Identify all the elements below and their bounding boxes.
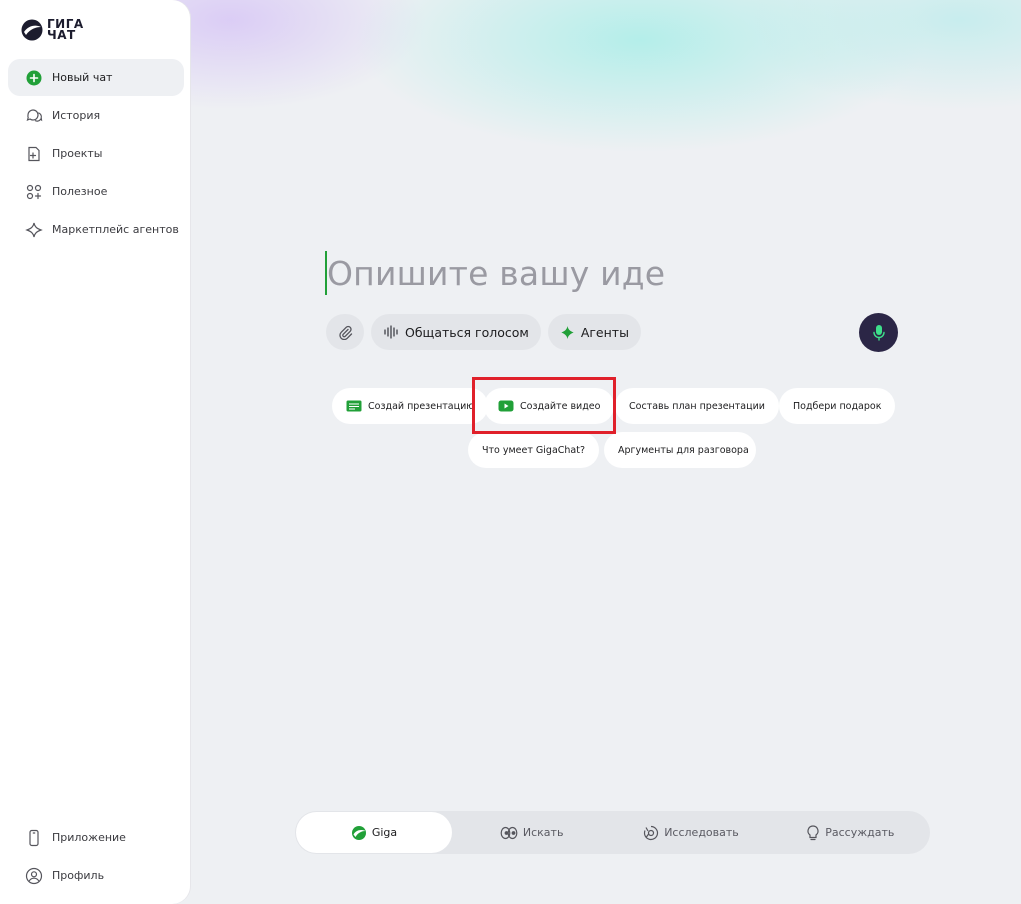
logo-line-2: ЧАТ: [47, 28, 76, 42]
mode-switcher: Giga Искать Исследовать Рассуждать: [295, 811, 930, 854]
voice-chat-label: Общаться голосом: [405, 324, 529, 340]
sidebar-item-label: Полезное: [52, 185, 108, 198]
suggestion-label: Аргументы для разговора: [618, 444, 749, 456]
mode-label: Исследовать: [664, 826, 739, 839]
sidebar: ГИГА ЧАТ Новый чат История Проекты Полез…: [0, 0, 190, 904]
mode-label: Искать: [522, 826, 564, 839]
microphone-button[interactable]: [859, 313, 898, 352]
agents-sparkle-icon: [561, 325, 574, 339]
suggestion-label: Составь план презентации: [629, 400, 765, 412]
presentation-icon: [346, 400, 362, 412]
suggestion-chip-presentation-plan[interactable]: Составь план презентации: [615, 388, 779, 424]
microphone-icon: [872, 324, 885, 341]
sidebar-item-app[interactable]: Приложение: [8, 819, 184, 856]
gigachat-logo[interactable]: ГИГА ЧАТ: [20, 18, 84, 42]
sidebar-item-new-chat[interactable]: Новый чат: [8, 59, 184, 96]
suggestion-chip-conversation-arguments[interactable]: Аргументы для разговора: [604, 432, 756, 468]
mode-research[interactable]: Исследовать: [611, 812, 770, 853]
phone-icon: [29, 829, 39, 846]
project-file-icon: [28, 146, 40, 161]
mode-reason[interactable]: Рассуждать: [771, 812, 930, 853]
new-chat-plus-icon: [26, 70, 42, 85]
paperclip-icon: [339, 325, 353, 340]
suggestion-chip-presentation[interactable]: Создай презентацию: [332, 388, 489, 424]
suggestion-label: Создай презентацию: [368, 400, 475, 412]
sparkle-icon: [25, 222, 43, 237]
chat-bubbles-icon: [26, 108, 43, 122]
attach-button[interactable]: [326, 314, 364, 350]
sidebar-item-agents-marketplace[interactable]: Маркетплейс агентов: [8, 211, 184, 248]
research-icon: [644, 825, 659, 840]
agents-button[interactable]: Агенты: [547, 314, 641, 350]
prompt-placeholder: Опишите вашу иде: [327, 253, 666, 293]
mode-giga[interactable]: Giga: [296, 812, 452, 853]
giga-logo-icon: [351, 825, 366, 840]
sidebar-bottom-nav: Приложение Профиль: [8, 819, 184, 895]
suggestion-label: Создайте видео: [520, 400, 601, 412]
suggestion-chip-gigachat-abilities[interactable]: Что умеет GigaChat?: [468, 432, 600, 468]
sidebar-item-label: История: [52, 109, 101, 122]
grid-shapes-icon: [26, 184, 42, 199]
sidebar-item-useful[interactable]: Полезное: [8, 173, 184, 210]
sidebar-item-projects[interactable]: Проекты: [8, 135, 184, 172]
sidebar-nav: Новый чат История Проекты Полезное Марке…: [8, 59, 184, 249]
video-play-icon: [498, 400, 514, 412]
prompt-toolbar: Общаться голосом Агенты: [326, 314, 641, 350]
suggestion-label: Что умеет GigaChat?: [482, 444, 586, 456]
voice-chat-button[interactable]: Общаться голосом: [371, 314, 541, 350]
suggestion-label: Подбери подарок: [793, 400, 882, 412]
sidebar-item-label: Новый чат: [52, 71, 113, 84]
search-eyes-icon: [500, 826, 518, 839]
sidebar-item-profile[interactable]: Профиль: [8, 857, 184, 894]
mode-label: Giga: [371, 826, 398, 839]
mode-search[interactable]: Искать: [452, 812, 611, 853]
mode-label: Рассуждать: [825, 826, 895, 839]
sidebar-item-label: Профиль: [52, 869, 105, 882]
giga-logo-icon: [21, 19, 43, 41]
logo-wordmark: ГИГА ЧАТ: [47, 18, 84, 42]
sidebar-item-label: Приложение: [52, 831, 126, 844]
prompt-input[interactable]: Опишите вашу иде: [325, 250, 885, 296]
sidebar-item-label: Маркетплейс агентов: [52, 223, 179, 236]
sidebar-item-history[interactable]: История: [8, 97, 184, 134]
profile-icon: [25, 867, 43, 884]
sound-wave-icon: [384, 325, 398, 339]
suggestion-chip-gift[interactable]: Подбери подарок: [779, 388, 896, 424]
sidebar-item-label: Проекты: [52, 147, 103, 160]
suggestion-chip-video[interactable]: Создайте видео: [484, 388, 615, 424]
lightbulb-icon: [807, 824, 819, 840]
agents-label: Агенты: [580, 324, 629, 340]
